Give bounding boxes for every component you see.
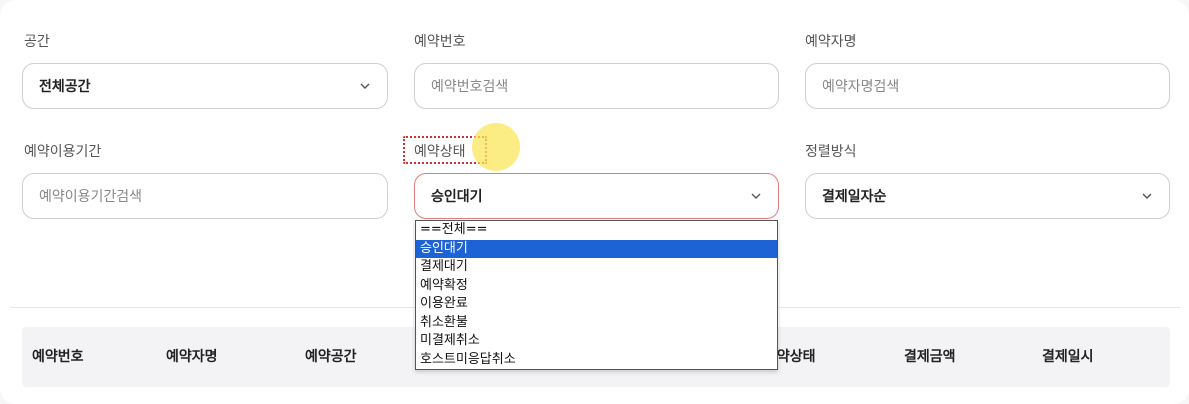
chevron-down-icon	[359, 80, 371, 92]
status-select[interactable]: 승인대기	[414, 173, 779, 219]
space-select-value: 전체공간	[39, 79, 91, 95]
sort-label: 정렬방식	[805, 144, 857, 160]
sort-select[interactable]: 결제일자순	[805, 173, 1170, 219]
cursor-indicator	[472, 123, 520, 171]
status-option-unpaid-cancel[interactable]: 미결제취소	[416, 332, 777, 351]
reservation-number-label: 예약번호	[414, 34, 466, 50]
space-select[interactable]: 전체공간	[22, 63, 388, 109]
status-option-confirmed[interactable]: 예약확정	[416, 277, 777, 296]
status-dropdown-list[interactable]: ==전체== 승인대기 결제대기 예약확정 이용완료 취소환불 미결제취소 호스…	[415, 220, 778, 370]
chevron-down-icon	[750, 190, 762, 202]
header-payment-date: 결제일시	[1042, 349, 1094, 365]
header-payment-amount: 결제금액	[904, 349, 956, 365]
header-reservation-space: 예약공간	[305, 349, 357, 365]
status-option-completed[interactable]: 이용완료	[416, 295, 777, 314]
status-option-cancel-refund[interactable]: 취소환불	[416, 314, 777, 333]
usage-period-placeholder: 예약이용기간검색	[39, 189, 143, 205]
header-reservation-number: 예약번호	[32, 349, 84, 365]
usage-period-label: 예약이용기간	[24, 144, 102, 160]
reservation-search-panel: 공간 전체공간 예약번호 예약번호검색 예약자명 예약자명검색 예약이용기간 예…	[0, 0, 1189, 404]
reserver-name-placeholder: 예약자명검색	[822, 79, 900, 95]
status-option-host-no-response-cancel[interactable]: 호스트미응답취소	[416, 351, 777, 370]
usage-period-input[interactable]: 예약이용기간검색	[22, 173, 388, 219]
status-select-value: 승인대기	[431, 189, 483, 205]
status-option-pending-approval[interactable]: 승인대기	[416, 239, 777, 258]
reserver-name-input[interactable]: 예약자명검색	[805, 63, 1170, 109]
space-label: 공간	[24, 34, 50, 50]
status-option-pending-payment[interactable]: 결제대기	[416, 258, 777, 277]
chevron-down-icon	[1141, 190, 1153, 202]
reservation-number-placeholder: 예약번호검색	[431, 79, 509, 95]
reserver-name-label: 예약자명	[805, 34, 857, 50]
header-reserver-name: 예약자명	[166, 349, 218, 365]
status-option-all[interactable]: ==전체==	[416, 221, 777, 240]
reservation-number-input[interactable]: 예약번호검색	[414, 63, 779, 109]
sort-select-value: 결제일자순	[822, 189, 887, 205]
